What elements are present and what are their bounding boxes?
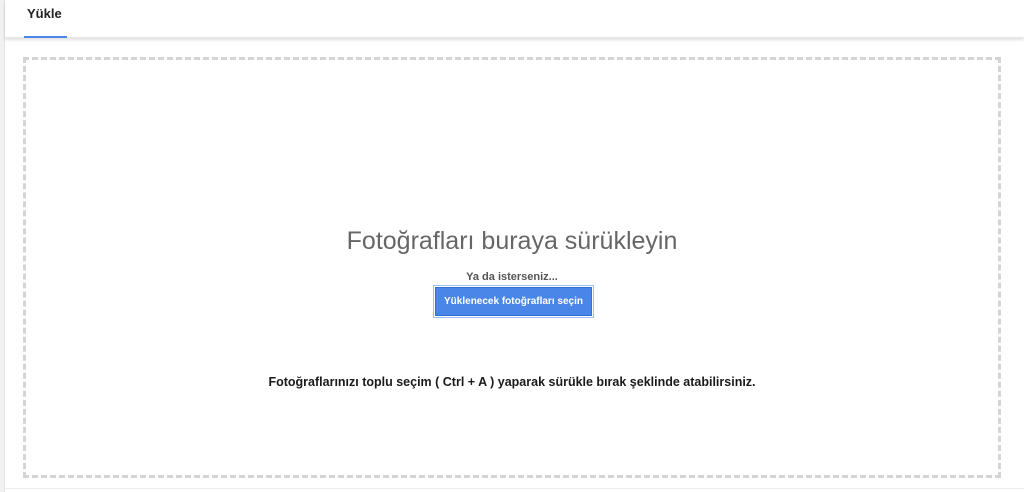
tab-upload[interactable]: Yükle	[24, 0, 67, 38]
select-photos-button[interactable]: Yüklenecek fotoğrafları seçin	[433, 285, 594, 318]
tab-upload-label: Yükle	[27, 6, 62, 21]
left-edge-panel	[0, 0, 5, 492]
photo-drop-zone[interactable]: Fotoğrafları buraya sürükleyin Ya da ist…	[23, 57, 1001, 478]
tab-bar: Yükle	[5, 0, 1024, 38]
bottom-divider	[5, 488, 1024, 489]
upload-page: Yükle Fotoğrafları buraya sürükleyin Ya …	[0, 0, 1024, 492]
drop-zone-title: Fotoğrafları buraya sürükleyin	[346, 227, 678, 255]
drop-zone-alternative-text: Ya da isterseniz...	[466, 271, 558, 283]
active-tab-indicator	[24, 36, 67, 38]
drop-zone-hint: Fotoğraflarınızı toplu seçim ( Ctrl + A …	[268, 375, 756, 389]
